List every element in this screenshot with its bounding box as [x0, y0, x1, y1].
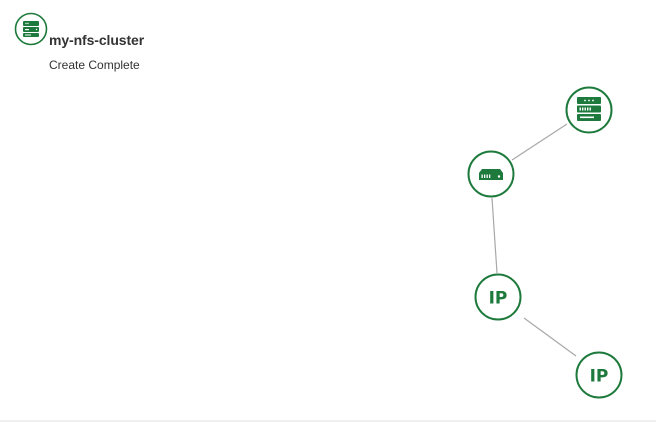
ip-node-2-label: IP — [590, 367, 609, 387]
server-rack-icon — [577, 97, 601, 121]
stack-topology-canvas: my-nfs-cluster Create Complete IP IP — [0, 0, 656, 422]
volume-node[interactable] — [467, 150, 515, 198]
edge-volume-ip — [491, 197, 498, 274]
ip-node-1[interactable]: IP — [474, 273, 522, 321]
instance-node[interactable] — [565, 86, 613, 134]
topology-graph: IP IP — [467, 86, 623, 399]
edge-instance-volume — [511, 123, 568, 161]
ip-node-2[interactable]: IP — [575, 351, 623, 399]
ip-node-1-label: IP — [489, 289, 508, 309]
storage-volume-icon — [479, 169, 503, 180]
edge-ip-ip — [523, 317, 577, 357]
